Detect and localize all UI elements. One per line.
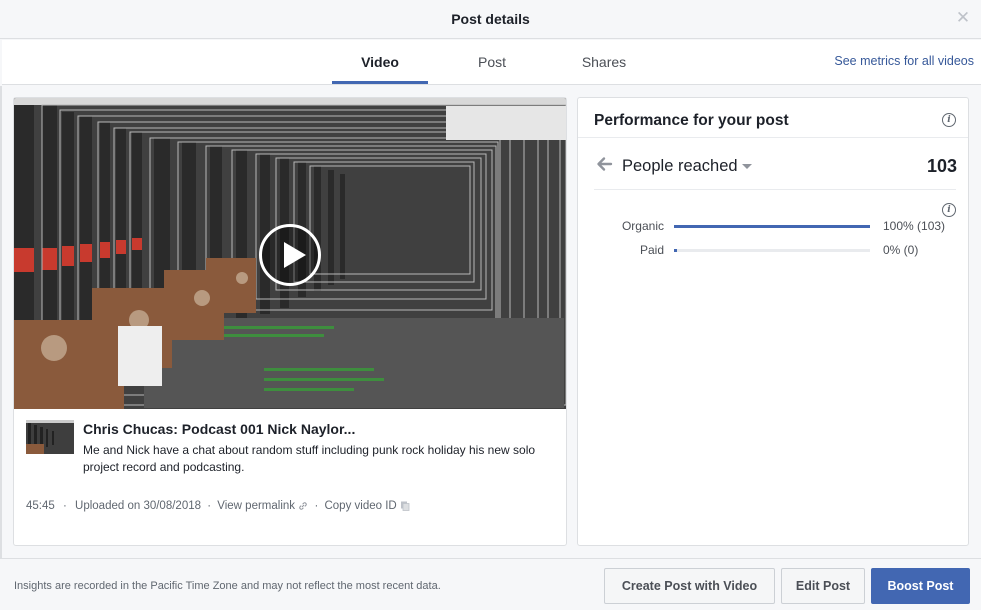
divider xyxy=(594,189,956,190)
reach-row-value: 0% (0) xyxy=(883,243,919,257)
reach-row-label: Paid xyxy=(639,243,664,257)
separator: · xyxy=(314,500,319,512)
video-title[interactable]: Chris Chucas: Podcast 001 Nick Naylor... xyxy=(83,421,355,437)
reach-bar-track xyxy=(674,249,870,252)
reach-row-organic: Organic 100% (103) xyxy=(578,219,968,235)
chevron-down-icon[interactable] xyxy=(742,164,752,169)
copy-video-id-link[interactable]: Copy video ID xyxy=(324,500,396,512)
separator: · xyxy=(62,500,67,512)
edit-post-button[interactable]: Edit Post xyxy=(781,568,865,604)
video-mini-thumbnail-image xyxy=(26,420,74,454)
reach-bar-track xyxy=(674,225,870,228)
reach-bar-fill xyxy=(674,225,870,228)
performance-title: Performance for your post xyxy=(594,112,789,129)
left-edge-divider xyxy=(0,86,2,558)
upload-date: Uploaded on 30/08/2018 xyxy=(75,500,202,512)
tab-post[interactable]: Post xyxy=(447,40,537,84)
performance-card: Performance for your post i People reach… xyxy=(577,97,969,546)
tab-bar: Video Post Shares See metrics for all vi… xyxy=(2,40,981,85)
video-description: Me and Nick have a chat about random stu… xyxy=(83,443,536,474)
dialog-header: Post details ✕ xyxy=(0,0,981,39)
info-icon[interactable]: i xyxy=(942,113,956,127)
video-card: Chris Chucas: Podcast 001 Nick Naylor...… xyxy=(13,97,567,546)
see-metrics-link[interactable]: See metrics for all videos xyxy=(834,54,974,68)
link-icon xyxy=(299,502,307,510)
boost-post-button[interactable]: Boost Post xyxy=(871,568,970,604)
reach-row-paid: Paid 0% (0) xyxy=(578,243,968,259)
close-icon[interactable]: ✕ xyxy=(955,9,971,27)
reach-bar-fill xyxy=(674,249,677,252)
dialog-title: Post details xyxy=(451,11,530,27)
separator: · xyxy=(207,500,212,512)
video-mini-thumbnail xyxy=(26,420,74,454)
back-arrow-icon[interactable] xyxy=(595,155,613,173)
play-button[interactable] xyxy=(259,224,321,286)
video-duration: 45:45 xyxy=(26,500,55,512)
reach-row-label: Organic xyxy=(621,219,664,233)
video-footer: 45:45 · Uploaded on 30/08/2018 · View pe… xyxy=(26,500,410,512)
view-permalink-link[interactable]: View permalink xyxy=(217,500,295,512)
dialog-footer: Insights are recorded in the Pacific Tim… xyxy=(0,558,981,610)
reach-row-value: 100% (103) xyxy=(883,219,946,233)
metric-total: 103 xyxy=(926,156,957,176)
tab-video[interactable]: Video xyxy=(332,40,428,84)
footer-note: Insights are recorded in the Pacific Tim… xyxy=(14,580,441,592)
tab-shares[interactable]: Shares xyxy=(562,40,646,84)
divider xyxy=(578,137,968,138)
info-icon[interactable]: i xyxy=(942,203,956,217)
copy-icon[interactable] xyxy=(400,501,410,511)
video-thumbnail[interactable] xyxy=(14,98,566,409)
metric-selector[interactable]: People reached xyxy=(622,157,738,176)
create-post-with-video-button[interactable]: Create Post with Video xyxy=(604,568,775,604)
